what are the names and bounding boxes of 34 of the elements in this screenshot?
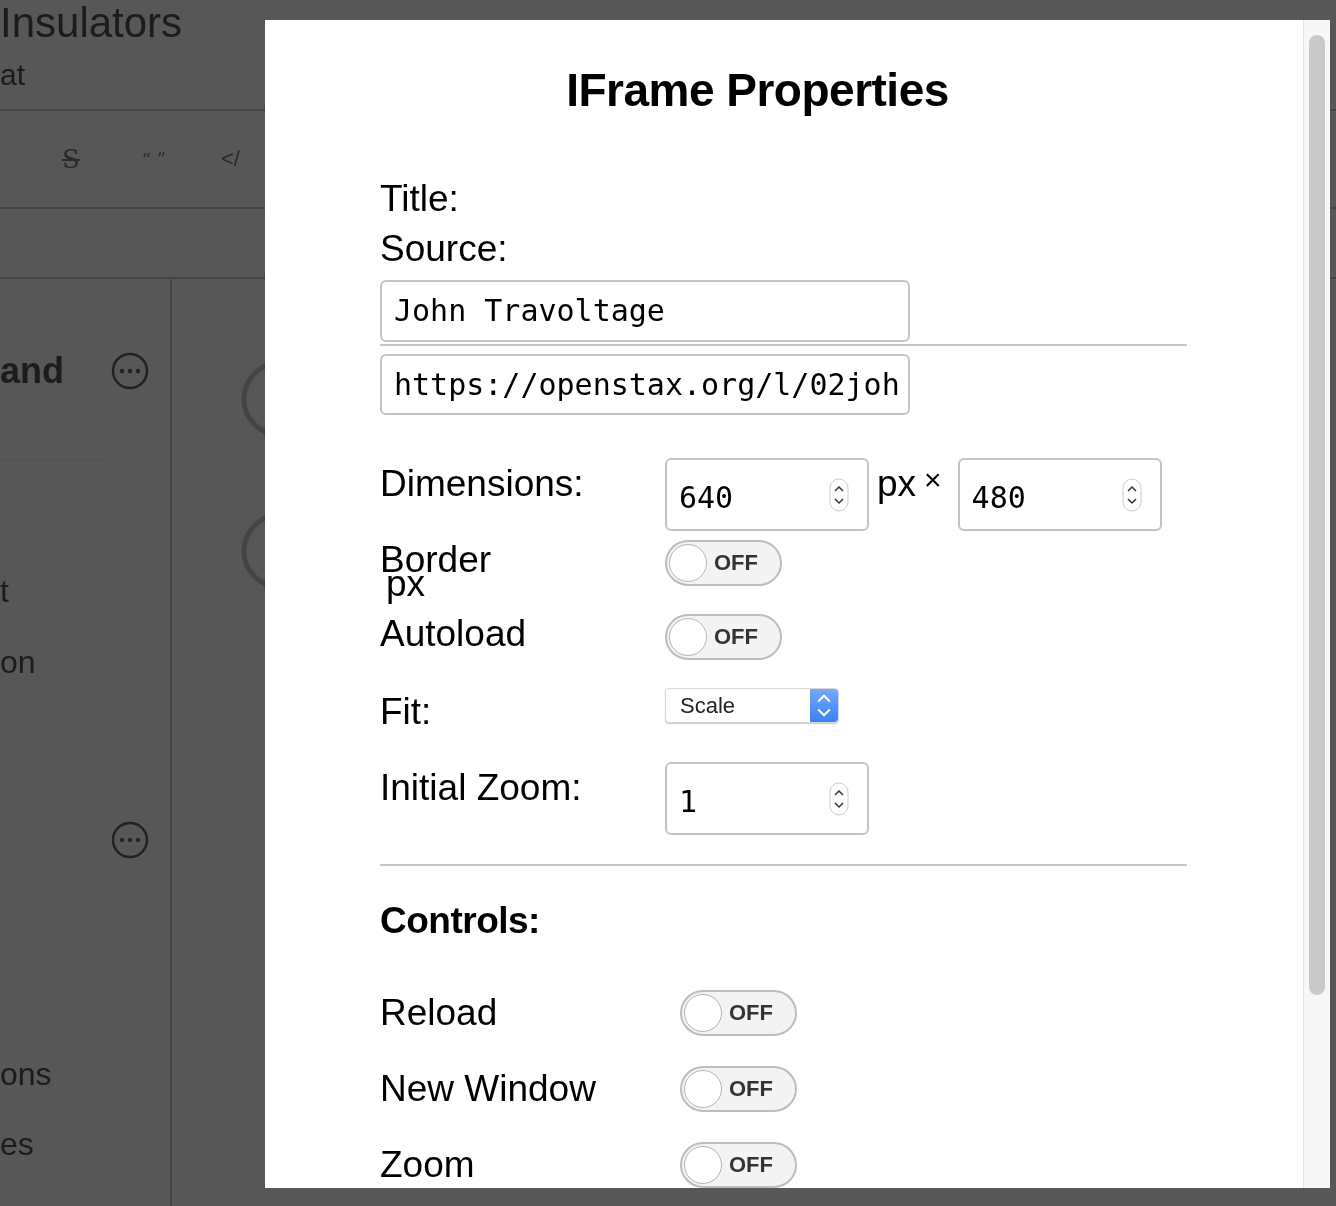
field-label: Fit:: [380, 690, 433, 734]
sidebar-heading: and: [0, 350, 64, 392]
height-field[interactable]: 480: [957, 458, 1162, 531]
field-label: Source:: [380, 227, 508, 271]
source-field[interactable]: https://openstax.org/l/02joh: [380, 353, 910, 415]
field-label: Initial Zoom:: [380, 766, 583, 810]
spinner-icon[interactable]: [1121, 477, 1142, 512]
field-label: New Window: [380, 1067, 597, 1111]
toggle-switch[interactable]: OFF: [680, 990, 797, 1036]
field-label: Dimensions:: [380, 462, 585, 506]
zoom-field[interactable]: 1: [665, 762, 869, 835]
field-label: Zoom: [380, 1143, 476, 1187]
toggle-switch[interactable]: OFF: [665, 540, 782, 586]
more-icon[interactable]: [110, 351, 150, 391]
more-icon[interactable]: [110, 820, 150, 860]
field-label: Title:: [380, 177, 459, 221]
title-field[interactable]: John Travoltage: [380, 280, 910, 342]
spinner-icon[interactable]: [829, 477, 849, 512]
scrollbar-thumb[interactable]: [1309, 35, 1325, 995]
section-heading: Controls:: [380, 899, 540, 943]
spinner-icon[interactable]: [829, 781, 849, 816]
width-field[interactable]: 640: [665, 458, 869, 531]
fit-select[interactable]: Scale: [665, 688, 839, 723]
toggle-switch[interactable]: OFF: [665, 614, 782, 660]
toggle-switch[interactable]: OFF: [680, 1142, 797, 1188]
field-label: Autoload: [380, 614, 528, 654]
field-label: Reload: [380, 991, 499, 1035]
scrollbar[interactable]: [1303, 20, 1330, 1188]
dialog-title: IFrame Properties: [565, 63, 950, 118]
unit-label: px: [877, 462, 917, 506]
toggle-switch[interactable]: OFF: [680, 1066, 797, 1112]
times-sign: ×: [924, 462, 942, 498]
page-subheading: at: [0, 58, 26, 92]
page-heading: Insulators: [0, 0, 183, 46]
